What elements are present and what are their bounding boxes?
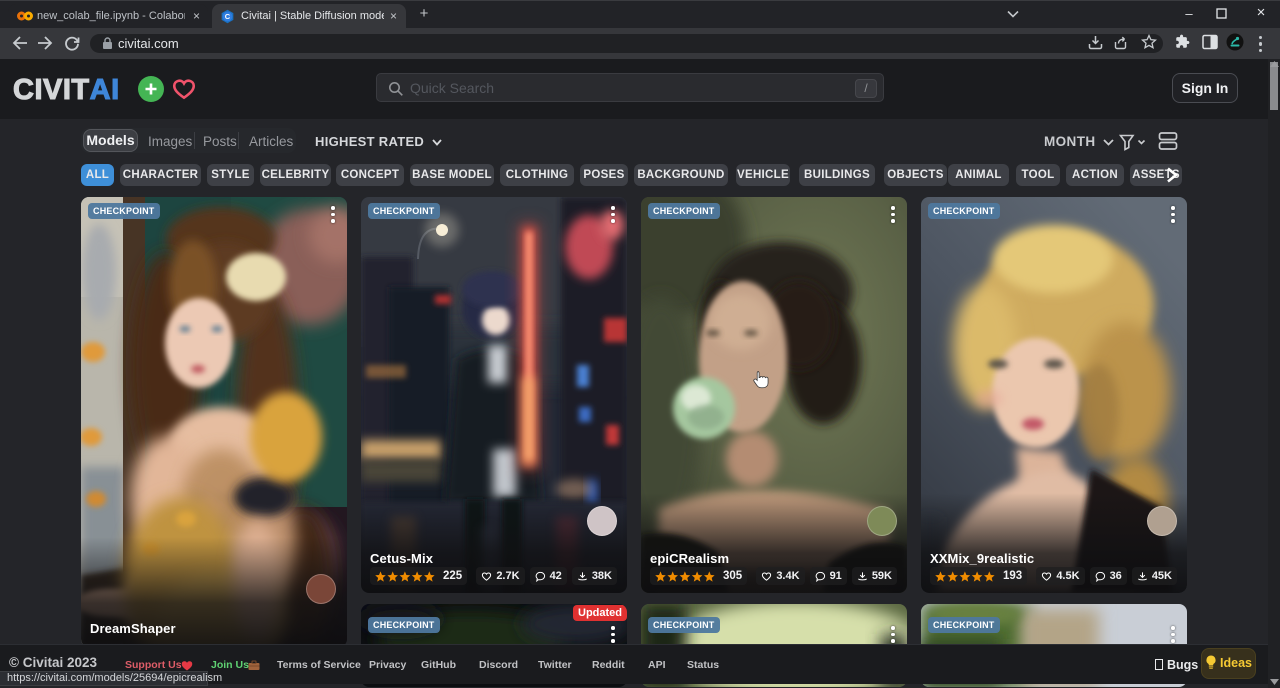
svg-text:C: C bbox=[225, 12, 231, 21]
